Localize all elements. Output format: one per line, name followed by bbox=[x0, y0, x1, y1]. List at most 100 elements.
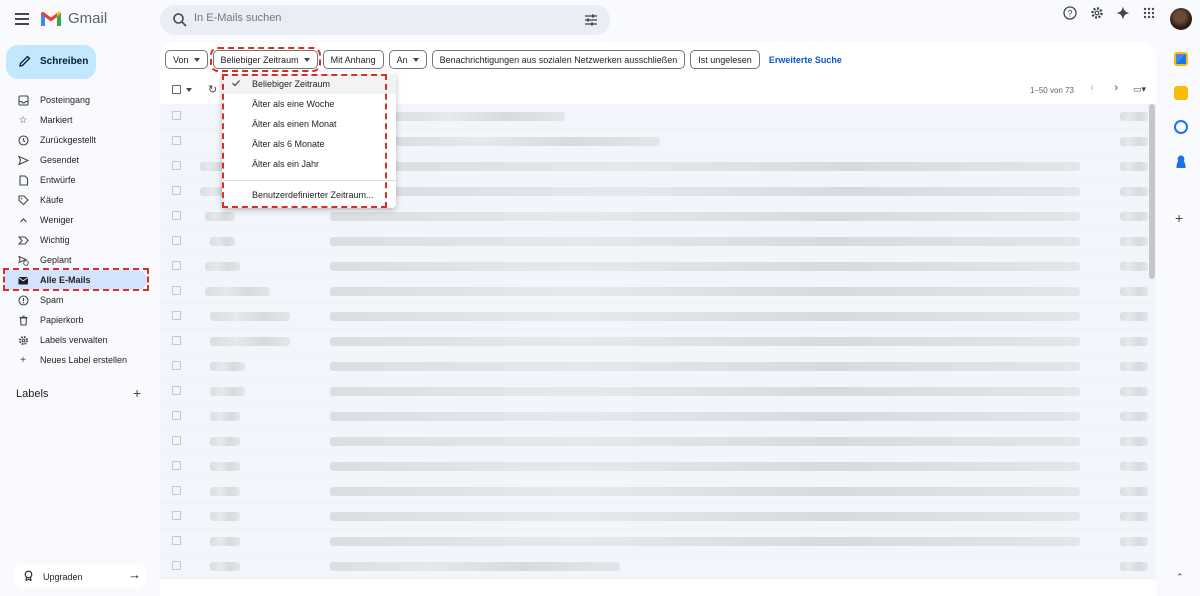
row-checkbox[interactable] bbox=[172, 311, 181, 320]
main-menu-icon[interactable] bbox=[12, 10, 32, 30]
sidebar-item-scheduled[interactable]: Geplant bbox=[0, 250, 155, 270]
sidebar-item-spam[interactable]: Spam bbox=[0, 290, 155, 310]
chevron-up-icon[interactable]: ⌃ bbox=[1176, 572, 1184, 583]
row-checkbox[interactable] bbox=[172, 386, 181, 395]
table-row[interactable] bbox=[160, 329, 1156, 354]
table-row[interactable] bbox=[160, 429, 1156, 454]
row-checkbox[interactable] bbox=[172, 461, 181, 470]
sidebar-item-starred[interactable]: ☆ Markiert bbox=[0, 110, 155, 130]
table-row[interactable] bbox=[160, 254, 1156, 279]
keep-icon[interactable] bbox=[1174, 86, 1188, 100]
dropdown-item-older-month[interactable]: Älter als einen Monat bbox=[222, 114, 396, 134]
add-addon-plus-icon[interactable]: + bbox=[1175, 210, 1183, 226]
refresh-icon[interactable]: ↻ bbox=[208, 83, 217, 96]
row-checkbox[interactable] bbox=[172, 236, 181, 245]
apps-grid-icon[interactable] bbox=[1139, 3, 1159, 23]
chip-label: Ist ungelesen bbox=[698, 54, 752, 65]
row-checkbox[interactable] bbox=[172, 361, 181, 370]
row-checkbox[interactable] bbox=[172, 411, 181, 420]
row-checkbox[interactable] bbox=[172, 286, 181, 295]
clock-icon bbox=[17, 134, 29, 146]
compose-button[interactable]: Schreiben bbox=[6, 45, 96, 79]
scrollbar-thumb[interactable] bbox=[1149, 104, 1155, 279]
sidebar-item-snoozed[interactable]: Zurückgestellt bbox=[0, 130, 155, 150]
account-avatar[interactable] bbox=[1170, 8, 1192, 30]
row-checkbox[interactable] bbox=[172, 211, 181, 220]
gemini-sparkle-icon[interactable] bbox=[1113, 3, 1133, 23]
search-options-icon[interactable] bbox=[584, 13, 598, 27]
chevron-right-icon[interactable]: › bbox=[1114, 82, 1118, 94]
row-checkbox[interactable] bbox=[172, 511, 181, 520]
table-row[interactable] bbox=[160, 404, 1156, 429]
help-icon[interactable]: ? bbox=[1060, 3, 1080, 23]
row-checkbox[interactable] bbox=[172, 136, 181, 145]
redacted-date bbox=[1120, 337, 1148, 346]
row-checkbox[interactable] bbox=[172, 336, 181, 345]
sidebar-item-less[interactable]: Weniger bbox=[0, 210, 155, 230]
table-row[interactable] bbox=[160, 554, 1156, 579]
select-dropdown-chevron-icon[interactable] bbox=[186, 88, 192, 92]
dropdown-item-custom-range[interactable]: Benutzerdefinierter Zeitraum... bbox=[222, 185, 396, 205]
row-checkbox[interactable] bbox=[172, 561, 181, 570]
redacted-sender bbox=[210, 337, 290, 346]
redacted-sender bbox=[210, 487, 240, 496]
tasks-icon[interactable] bbox=[1174, 120, 1188, 134]
redacted-text bbox=[390, 112, 565, 121]
search-input[interactable] bbox=[194, 12, 574, 24]
row-checkbox[interactable] bbox=[172, 161, 181, 170]
star-icon: ☆ bbox=[18, 114, 28, 126]
filter-from-chip[interactable]: Von bbox=[165, 50, 208, 69]
search-bar[interactable] bbox=[160, 5, 610, 35]
gmail-logo[interactable]: Gmail bbox=[40, 10, 107, 27]
upgrade-label: Upgraden bbox=[43, 572, 83, 582]
table-row[interactable] bbox=[160, 279, 1156, 304]
redacted-date bbox=[1120, 112, 1148, 121]
filter-unread-chip[interactable]: Ist ungelesen bbox=[690, 50, 760, 69]
sidebar-item-sent[interactable]: Gesendet bbox=[0, 150, 155, 170]
table-row[interactable] bbox=[160, 529, 1156, 554]
row-checkbox[interactable] bbox=[172, 261, 181, 270]
row-checkbox[interactable] bbox=[172, 486, 181, 495]
advanced-search-link[interactable]: Erweiterte Suche bbox=[765, 50, 842, 69]
pagination-text: 1–50 von 73 bbox=[1029, 86, 1074, 95]
sidebar-item-important[interactable]: Wichtig bbox=[0, 230, 155, 250]
dropdown-divider bbox=[222, 180, 396, 181]
row-checkbox[interactable] bbox=[172, 536, 181, 545]
sidebar-item-manage-labels[interactable]: Labels verwalten bbox=[0, 330, 155, 350]
filter-exclude-social-chip[interactable]: Benachrichtigungen aus sozialen Netzwerk… bbox=[431, 50, 686, 69]
upgrade-button[interactable]: Upgraden → bbox=[13, 564, 147, 588]
dropdown-item-older-6-months[interactable]: Älter als 6 Monate bbox=[222, 134, 396, 154]
table-row[interactable] bbox=[160, 504, 1156, 529]
contacts-icon[interactable] bbox=[1174, 154, 1188, 168]
calendar-icon[interactable] bbox=[1174, 52, 1188, 66]
sidebar-item-trash[interactable]: Papierkorb bbox=[0, 310, 155, 330]
settings-gear-icon[interactable] bbox=[1087, 3, 1107, 23]
sidebar-item-create-label[interactable]: + Neues Label erstellen bbox=[0, 350, 155, 370]
filter-attachment-chip[interactable]: Mit Anhang bbox=[322, 50, 384, 69]
table-row[interactable] bbox=[160, 304, 1156, 329]
sidebar-item-drafts[interactable]: Entwürfe bbox=[0, 170, 155, 190]
table-row[interactable] bbox=[160, 354, 1156, 379]
dropdown-item-older-week[interactable]: Älter als eine Woche bbox=[222, 94, 396, 114]
redacted-text bbox=[330, 362, 1080, 371]
table-row[interactable] bbox=[160, 479, 1156, 504]
add-label-button[interactable]: + bbox=[133, 385, 141, 401]
split-pane-toggle-icon[interactable]: ▭▾ bbox=[1133, 84, 1146, 95]
row-checkbox[interactable] bbox=[172, 186, 181, 195]
filter-time-chip[interactable]: Beliebiger Zeitraum bbox=[209, 47, 321, 72]
dropdown-item-any-time[interactable]: Beliebiger Zeitraum bbox=[222, 74, 396, 94]
row-checkbox[interactable] bbox=[172, 111, 181, 120]
dropdown-item-older-year[interactable]: Älter als ein Jahr bbox=[222, 154, 396, 174]
table-row[interactable] bbox=[160, 454, 1156, 479]
row-checkbox[interactable] bbox=[172, 436, 181, 445]
chevron-left-icon[interactable]: ‹ bbox=[1090, 82, 1094, 94]
filter-to-chip[interactable]: An bbox=[388, 50, 427, 69]
compose-label: Schreiben bbox=[40, 56, 89, 67]
sidebar-item-purchases[interactable]: Käufe bbox=[0, 190, 155, 210]
table-row[interactable] bbox=[160, 229, 1156, 254]
search-icon[interactable] bbox=[172, 12, 188, 28]
select-all-checkbox[interactable] bbox=[172, 85, 181, 94]
draft-icon bbox=[17, 174, 29, 186]
sidebar-item-inbox[interactable]: Posteingang bbox=[0, 90, 155, 110]
table-row[interactable] bbox=[160, 379, 1156, 404]
